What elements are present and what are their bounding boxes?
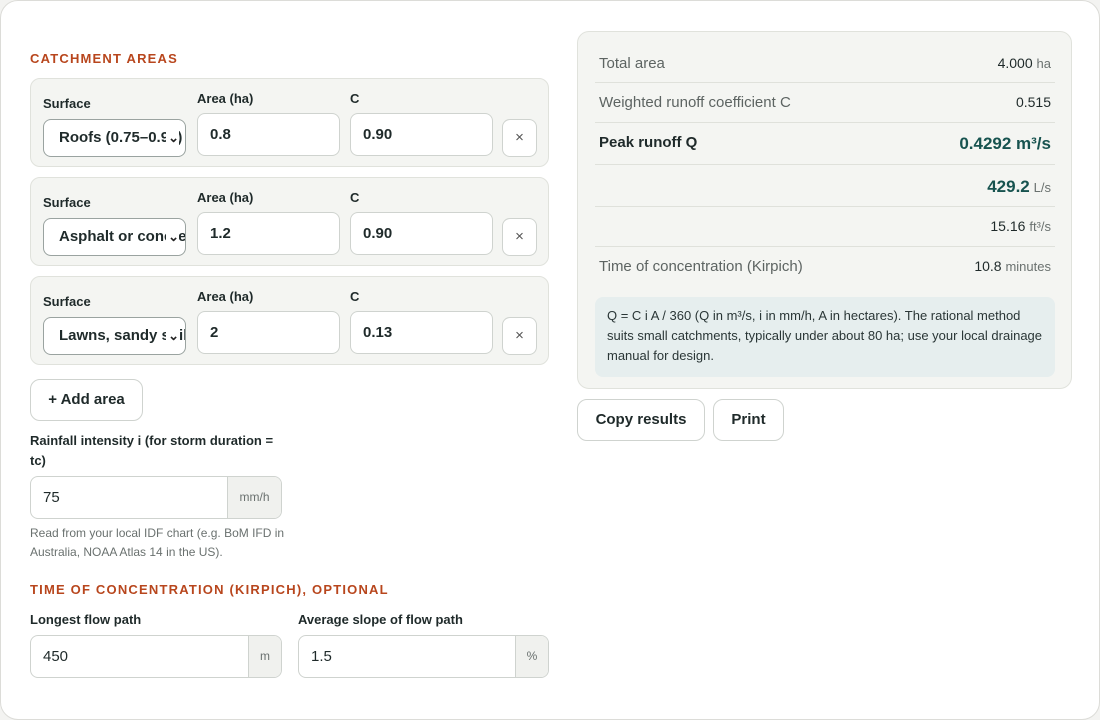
catchment-row: Surface Area (ha) C Lawns, sandy soil ⌄ …	[30, 276, 549, 365]
catchment-section-title: Catchment areas	[30, 51, 178, 66]
total-area-row: Total area 4.000 ha	[595, 43, 1055, 83]
area-input[interactable]: 1.2	[197, 212, 340, 255]
rainfall-hint: Read from your local IDF chart (e.g. BoM…	[30, 526, 285, 559]
peak-runoff-row: Peak runoff Q 0.4292 m³/s	[595, 123, 1055, 165]
surface-select-value: Roofs (0.75–0.95)	[59, 129, 183, 146]
rainfall-label: Rainfall intensity i (for storm duration…	[30, 433, 274, 468]
weighted-c-row: Weighted runoff coefficient C 0.515	[595, 83, 1055, 123]
chevron-down-icon: ⌄	[166, 318, 179, 354]
print-button[interactable]: Print	[713, 399, 784, 441]
tc-label: Time of concentration (Kirpich)	[599, 258, 803, 275]
area-label: Area (ha)	[197, 91, 254, 106]
flow-path-value: 450	[43, 648, 69, 665]
peak-runoff-label: Peak runoff Q	[599, 134, 698, 151]
surface-select[interactable]: Lawns, sandy soil ⌄	[43, 317, 186, 355]
slope-input[interactable]: 1.5 %	[298, 635, 549, 678]
add-area-button[interactable]: + Add area	[30, 379, 143, 421]
remove-area-button[interactable]: ×	[502, 317, 537, 355]
peak-cfs-value: 15.16 ft³/s	[990, 218, 1051, 234]
c-label: C	[350, 91, 360, 106]
surface-label: Surface	[43, 195, 91, 210]
remove-area-button[interactable]: ×	[502, 218, 537, 256]
c-label: C	[350, 190, 360, 205]
formula-note: Q = C i A / 360 (Q in m³/s, i in mm/h, A…	[595, 297, 1055, 377]
rainfall-unit: mm/h	[227, 477, 281, 518]
surface-select[interactable]: Roofs (0.75–0.95) ⌄	[43, 119, 186, 157]
c-input[interactable]: 0.13	[350, 311, 493, 354]
slope-value: 1.5	[311, 648, 332, 665]
rainfall-value: 75	[43, 489, 60, 506]
results-panel: Total area 4.000 ha Weighted runoff coef…	[577, 31, 1072, 389]
chevron-down-icon: ⌄	[166, 219, 179, 255]
total-area-label: Total area	[599, 55, 665, 72]
surface-select[interactable]: Asphalt or concrete ⌄	[43, 218, 186, 256]
catchment-row: Surface Area (ha) C Asphalt or concrete …	[30, 177, 549, 266]
area-input[interactable]: 0.8	[197, 113, 340, 156]
flow-path-label: Longest flow path	[30, 612, 142, 627]
remove-area-button[interactable]: ×	[502, 119, 537, 157]
c-input[interactable]: 0.90	[350, 212, 493, 255]
weighted-c-label: Weighted runoff coefficient C	[599, 94, 791, 111]
tc-row: Time of concentration (Kirpich) 10.8 min…	[595, 247, 1055, 287]
copy-results-button[interactable]: Copy results	[577, 399, 705, 441]
surface-label: Surface	[43, 96, 91, 111]
total-area-value: 4.000 ha	[997, 55, 1051, 71]
slope-label: Average slope of flow path	[298, 612, 463, 627]
close-icon: ×	[515, 327, 524, 344]
close-icon: ×	[515, 228, 524, 245]
close-icon: ×	[515, 129, 524, 146]
area-label: Area (ha)	[197, 289, 254, 304]
calculator-card: Catchment areas Surface Area (ha) C Roof…	[0, 0, 1100, 720]
peak-ls-row: 429.2 L/s	[595, 165, 1055, 207]
c-label: C	[350, 289, 360, 304]
c-input[interactable]: 0.90	[350, 113, 493, 156]
chevron-down-icon: ⌄	[166, 120, 179, 156]
surface-label: Surface	[43, 294, 91, 309]
peak-runoff-value: 0.4292 m³/s	[959, 134, 1051, 153]
kirpich-section-title: Time of concentration (Kirpich), optiona…	[30, 582, 389, 597]
flow-path-unit: m	[248, 636, 281, 677]
slope-unit: %	[515, 636, 548, 677]
catchment-row: Surface Area (ha) C Roofs (0.75–0.95) ⌄ …	[30, 78, 549, 167]
area-label: Area (ha)	[197, 190, 254, 205]
flow-path-input[interactable]: 450 m	[30, 635, 282, 678]
weighted-c-value: 0.515	[1015, 94, 1051, 110]
tc-value: 10.8 minutes	[974, 258, 1051, 274]
rainfall-input[interactable]: 75 mm/h	[30, 476, 282, 519]
peak-ls-value: 429.2 L/s	[987, 177, 1051, 196]
area-input[interactable]: 2	[197, 311, 340, 354]
peak-cfs-row: 15.16 ft³/s	[595, 207, 1055, 247]
